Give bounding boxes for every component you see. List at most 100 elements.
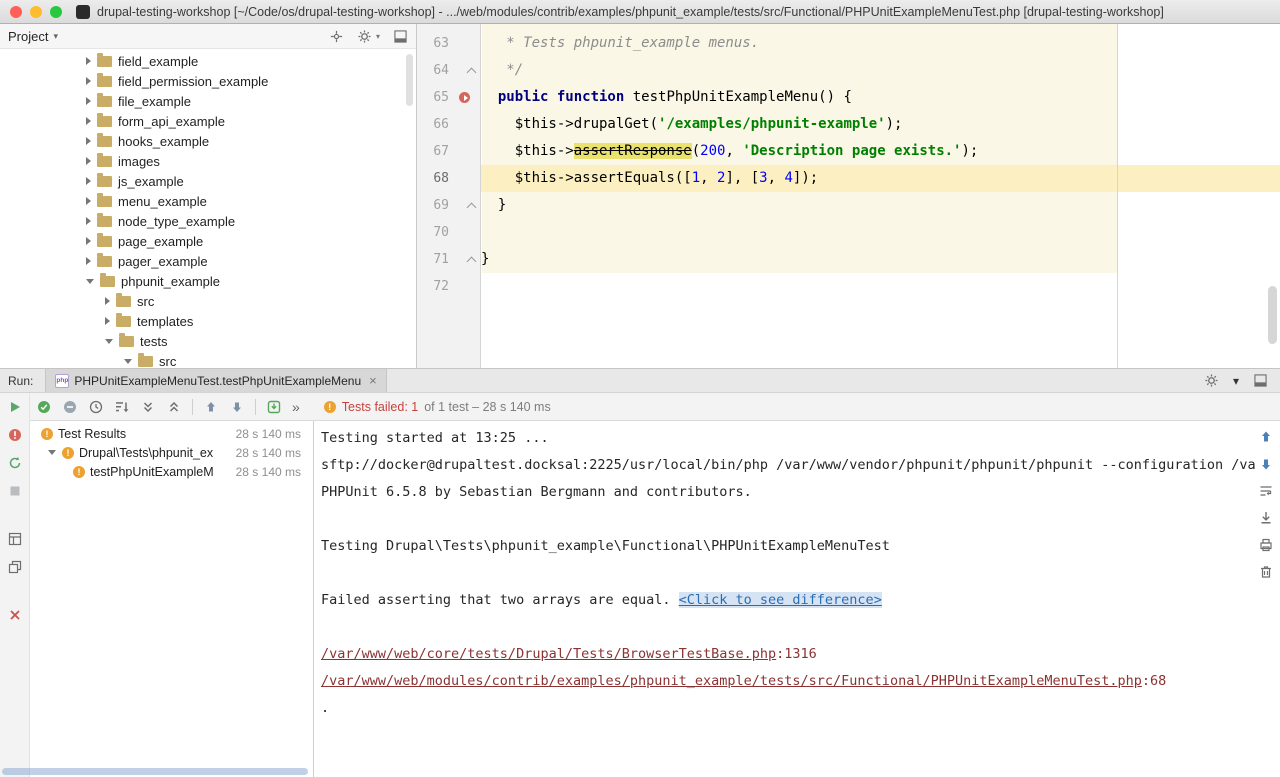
project-tree-item[interactable]: images (0, 151, 416, 171)
chevron-right-icon[interactable] (105, 317, 110, 325)
project-tree-item[interactable]: src (0, 291, 416, 311)
sort-alphabetically-icon[interactable] (114, 399, 130, 415)
test-console[interactable]: Testing started at 13:25 ...sftp://docke… (314, 421, 1280, 777)
zoom-window-button[interactable] (50, 6, 62, 18)
soft-wrap-icon[interactable] (1258, 483, 1274, 499)
chevron-right-icon[interactable] (105, 297, 110, 305)
chevron-right-icon[interactable] (86, 237, 91, 245)
rerun-icon[interactable] (7, 399, 23, 415)
project-tree-item[interactable]: templates (0, 311, 416, 331)
run-tab[interactable]: php PHPUnitExampleMenuTest.testPhpUnitEx… (45, 369, 386, 392)
chevron-down-icon[interactable]: ▾ (53, 31, 58, 42)
code-line[interactable]: 63 * Tests phpunit_example menus. (417, 30, 1280, 57)
test-tree-item[interactable]: Test Results28 s 140 ms (30, 424, 313, 443)
up-stacktrace-icon[interactable] (1258, 429, 1274, 445)
close-window-button[interactable] (10, 6, 22, 18)
project-panel-title[interactable]: Project (8, 29, 48, 44)
editor-scrollbar[interactable] (1268, 286, 1277, 344)
locate-file-icon[interactable] (329, 28, 345, 44)
code-text[interactable]: } (481, 246, 1280, 273)
chevron-right-icon[interactable] (86, 177, 91, 185)
code-line[interactable]: 68 $this->assertEquals([1, 2], [3, 4]); (417, 165, 1280, 192)
toggle-autotest-icon[interactable] (7, 455, 23, 471)
code-text[interactable] (481, 273, 1280, 300)
chevron-right-icon[interactable] (86, 77, 91, 85)
chevron-right-icon[interactable] (86, 57, 91, 65)
project-tree-item[interactable]: src (0, 351, 416, 368)
tree-horizontal-scrollbar[interactable] (2, 768, 308, 775)
clear-all-icon[interactable] (1258, 564, 1274, 580)
code-text[interactable]: public function testPhpUnitExampleMenu()… (481, 84, 1280, 111)
chevron-down-icon[interactable]: ▾ (1233, 374, 1239, 388)
print-icon[interactable] (1258, 537, 1274, 553)
project-tree-item[interactable]: node_type_example (0, 211, 416, 231)
pin-tab-icon[interactable] (7, 559, 23, 575)
hide-panel-icon[interactable] (392, 28, 408, 44)
import-test-results-icon[interactable] (266, 399, 282, 415)
chevron-right-icon[interactable] (86, 97, 91, 105)
gear-icon[interactable] (1204, 373, 1220, 389)
code-text[interactable]: * Tests phpunit_example menus. (481, 30, 1280, 57)
stacktrace-link[interactable]: /var/www/web/core/tests/Drupal/Tests/Bro… (321, 646, 776, 662)
code-line[interactable]: 65 public function testPhpUnitExampleMen… (417, 84, 1280, 111)
diff-link[interactable]: <Click to see difference> (679, 592, 882, 608)
toolbar-overflow-icon[interactable]: » (292, 399, 300, 415)
fold-marker-icon[interactable] (457, 57, 481, 84)
scroll-to-end-icon[interactable] (1258, 510, 1274, 526)
fold-marker-icon[interactable] (457, 246, 481, 273)
collapse-all-icon[interactable] (166, 399, 182, 415)
project-scrollbar[interactable] (406, 54, 413, 106)
code-text[interactable]: $this->drupalGet('/examples/phpunit-exam… (481, 111, 1280, 138)
project-tree-item[interactable]: pager_example (0, 251, 416, 271)
hide-panel-icon[interactable] (1252, 373, 1268, 389)
code-text[interactable]: */ (481, 57, 1280, 84)
project-tree-item[interactable]: js_example (0, 171, 416, 191)
test-tree-item[interactable]: testPhpUnitExampleM28 s 140 ms (30, 462, 313, 481)
chevron-right-icon[interactable] (86, 157, 91, 165)
test-tree-item[interactable]: Drupal\Tests\phpunit_ex28 s 140 ms (30, 443, 313, 462)
project-tree-item[interactable]: field_example (0, 51, 416, 71)
chevron-right-icon[interactable] (86, 117, 91, 125)
chevron-down-icon[interactable]: ▾ (376, 32, 380, 41)
minimize-window-button[interactable] (30, 6, 42, 18)
chevron-right-icon[interactable] (86, 217, 91, 225)
editor[interactable]: 63 * Tests phpunit_example menus.64 */65… (417, 24, 1280, 368)
project-tree-item[interactable]: phpunit_example (0, 271, 416, 291)
chevron-down-icon[interactable] (86, 279, 94, 284)
project-tree-item[interactable]: file_example (0, 91, 416, 111)
close-icon[interactable] (7, 607, 23, 623)
expand-all-icon[interactable] (140, 399, 156, 415)
chevron-right-icon[interactable] (86, 197, 91, 205)
project-tree-item[interactable]: tests (0, 331, 416, 351)
code-text[interactable]: $this->assertEquals([1, 2], [3, 4]); (481, 165, 1280, 192)
sort-by-duration-icon[interactable] (88, 399, 104, 415)
chevron-right-icon[interactable] (86, 137, 91, 145)
hide-passed-icon[interactable] (36, 399, 52, 415)
code-line[interactable]: 71} (417, 246, 1280, 273)
close-tab-icon[interactable]: × (369, 373, 377, 388)
project-tree-item[interactable]: menu_example (0, 191, 416, 211)
code-line[interactable]: 70 (417, 219, 1280, 246)
code-text[interactable]: $this->assertResponse(200, 'Description … (481, 138, 1280, 165)
down-stacktrace-icon[interactable] (1258, 456, 1274, 472)
restore-layout-icon[interactable] (7, 531, 23, 547)
project-tree-item[interactable]: page_example (0, 231, 416, 251)
code-line[interactable]: 69 } (417, 192, 1280, 219)
code-line[interactable]: 66 $this->drupalGet('/examples/phpunit-e… (417, 111, 1280, 138)
code-line[interactable]: 64 */ (417, 57, 1280, 84)
project-tree-item[interactable]: form_api_example (0, 111, 416, 131)
project-tree-item[interactable]: field_permission_example (0, 71, 416, 91)
code-line[interactable]: 67 $this->assertResponse(200, 'Descripti… (417, 138, 1280, 165)
stacktrace-link[interactable]: /var/www/web/modules/contrib/examples/ph… (321, 673, 1142, 689)
stop-icon[interactable] (7, 483, 23, 499)
chevron-right-icon[interactable] (86, 257, 91, 265)
chevron-down-icon[interactable] (105, 339, 113, 344)
previous-failed-test-icon[interactable] (203, 399, 219, 415)
code-line[interactable]: 72 (417, 273, 1280, 300)
chevron-down-icon[interactable] (48, 450, 56, 455)
rerun-failed-tests-icon[interactable] (7, 427, 23, 443)
fold-marker-icon[interactable] (457, 192, 481, 219)
failed-test-gutter-icon[interactable] (457, 84, 481, 111)
gear-icon[interactable] (357, 28, 373, 44)
show-ignored-icon[interactable] (62, 399, 78, 415)
